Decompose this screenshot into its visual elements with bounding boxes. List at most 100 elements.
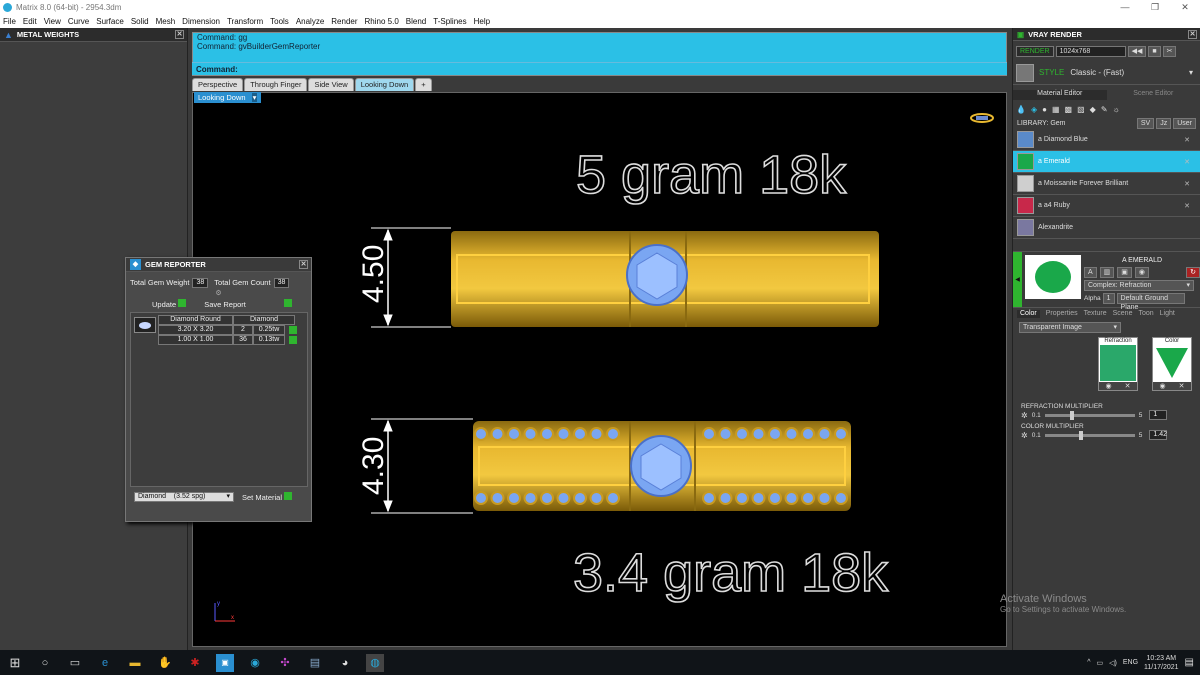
tab-color[interactable]: Color <box>1017 310 1040 318</box>
language-indicator[interactable]: ENG <box>1123 659 1138 666</box>
light-icon[interactable]: ☼ <box>1113 105 1120 114</box>
list-item[interactable]: a Moissanite Forever Brilliant ✕ <box>1013 173 1200 195</box>
material-type-select[interactable]: Complex: Refraction ▾ <box>1084 280 1194 291</box>
tab-toon[interactable]: Toon <box>1138 310 1153 318</box>
menu-transform[interactable]: Transform <box>227 17 263 26</box>
menu-edit[interactable]: Edit <box>23 17 37 26</box>
maximize-button[interactable]: ❐ <box>1140 2 1170 13</box>
material-select[interactable]: Diamond (3.52 spg) ▾ <box>134 491 234 502</box>
menu-tools[interactable]: Tools <box>270 17 289 26</box>
tab-side-view[interactable]: Side View <box>308 78 354 91</box>
close-icon[interactable]: ✕ <box>1184 136 1190 144</box>
list-item[interactable]: a Diamond Blue ✕ <box>1013 129 1200 151</box>
expand-handle[interactable]: ◀ <box>1013 252 1022 307</box>
set-material-button[interactable]: Set Material <box>242 491 293 502</box>
alpha-toggle[interactable]: 1 <box>1102 293 1115 304</box>
top-ring[interactable] <box>451 231 879 327</box>
tab-through-finger[interactable]: Through Finger <box>244 78 308 91</box>
ring-preview-icon[interactable] <box>970 113 994 123</box>
close-button[interactable]: ✕ <box>1170 2 1200 13</box>
menu-dimension[interactable]: Dimension <box>182 17 220 26</box>
task-view-icon[interactable]: ▭ <box>66 654 84 672</box>
ground-plane-select[interactable]: Default Ground Plane <box>1116 293 1185 311</box>
app-icon-7[interactable]: ◕ <box>336 654 354 672</box>
volume-icon[interactable]: ◁) <box>1109 659 1117 667</box>
refraction-slot[interactable]: Refraction ◉ ✕ <box>1098 337 1138 391</box>
menu-help[interactable]: Help <box>474 17 490 26</box>
close-icon[interactable]: ✕ <box>175 30 184 39</box>
gem-tool-icon[interactable]: ◈ <box>1031 105 1037 114</box>
menu-blend[interactable]: Blend <box>406 17 426 26</box>
close-icon[interactable]: ✕ <box>1188 29 1197 39</box>
tab-scene[interactable]: Scene <box>1113 310 1133 318</box>
minimize-button[interactable]: — <box>1110 2 1140 13</box>
app-icon-8[interactable]: ◍ <box>366 653 384 672</box>
sphere-icon[interactable]: ● <box>1042 105 1047 114</box>
file-explorer-icon[interactable]: ▬ <box>126 654 144 672</box>
network-icon[interactable]: ▭ <box>1097 659 1104 667</box>
render-button[interactable]: RENDER <box>1016 45 1054 57</box>
list-item[interactable]: a Emerald ✕ <box>1013 151 1200 173</box>
tab-texture[interactable]: Texture <box>1084 310 1107 318</box>
tab-material-editor[interactable]: Material Editor <box>1013 90 1107 100</box>
list-item[interactable]: a a4 Ruby ✕ <box>1013 195 1200 217</box>
scissors-icon[interactable]: ✂ <box>1162 45 1177 57</box>
row-2-go-button[interactable] <box>289 336 297 344</box>
library-jz-button[interactable]: Jz <box>1156 118 1172 129</box>
list-item[interactable]: Alexandrite <box>1013 217 1200 239</box>
settings-icon[interactable]: ⚙ <box>215 289 221 297</box>
edge-icon[interactable]: e <box>96 654 114 672</box>
update-button[interactable]: Update <box>152 298 187 309</box>
close-icon[interactable]: ✕ <box>299 260 308 269</box>
save-report-button[interactable]: Save Report <box>204 298 292 309</box>
command-input[interactable]: Command: <box>192 62 1007 75</box>
windows-start-icon[interactable]: ⊞ <box>6 654 24 672</box>
close-icon[interactable]: ✕ <box>1184 202 1190 210</box>
transparency-select[interactable]: Transparent Image ▾ <box>1019 322 1121 333</box>
pattern-icon[interactable]: ▧ <box>1077 105 1085 114</box>
tab-scene-editor[interactable]: Scene Editor <box>1107 90 1200 100</box>
color-slot[interactable]: Color ◉ ✕ <box>1152 337 1192 391</box>
reset-icon[interactable]: ✲ <box>1021 411 1028 420</box>
clock[interactable]: 10:23 AM 11/17/2021 <box>1144 654 1179 672</box>
search-icon[interactable]: ○ <box>36 654 54 672</box>
close-icon[interactable]: ✕ <box>1184 180 1190 188</box>
rewind-icon[interactable]: ◀◀ <box>1127 45 1147 57</box>
resolution-field[interactable]: 1024x768 <box>1055 45 1126 57</box>
reset-icon[interactable]: ✲ <box>1021 431 1028 440</box>
close-icon[interactable]: ✕ <box>1125 382 1131 390</box>
app-icon-3[interactable]: ▣ <box>216 653 234 672</box>
app-icon-4[interactable]: ◉ <box>246 654 264 672</box>
menu-mesh[interactable]: Mesh <box>156 17 176 26</box>
refraction-slider[interactable] <box>1044 410 1135 420</box>
library-sv-button[interactable]: SV <box>1136 118 1155 129</box>
menu-tsplines[interactable]: T-Splines <box>433 17 466 26</box>
brush-icon[interactable]: ✎ <box>1101 105 1108 114</box>
menu-curve[interactable]: Curve <box>68 17 89 26</box>
menu-view[interactable]: View <box>44 17 61 26</box>
texture-icon[interactable]: ▦ <box>1052 105 1060 114</box>
menu-solid[interactable]: Solid <box>131 17 149 26</box>
icon-b[interactable]: ▥ <box>1099 267 1115 278</box>
menu-analyze[interactable]: Analyze <box>296 17 324 26</box>
grid-icon[interactable]: ▩ <box>1065 105 1073 114</box>
icon-d[interactable]: ◉ <box>1134 267 1150 278</box>
viewport-title[interactable]: Looking Down ▾ <box>194 92 262 103</box>
tab-properties[interactable]: Properties <box>1046 310 1078 318</box>
library-user-button[interactable]: User <box>1173 118 1196 129</box>
stop-icon[interactable]: ■ <box>1148 45 1161 57</box>
app-icon-6[interactable]: ▤ <box>306 654 324 672</box>
close-icon[interactable]: ✕ <box>1179 382 1185 390</box>
viewport[interactable]: 5 gram 18k 4.50 4.30 3.4 gram 18k y x <box>192 92 1007 647</box>
refresh-icon[interactable]: ↻ <box>1186 267 1200 278</box>
close-icon[interactable]: ✕ <box>1184 158 1190 166</box>
app-icon-2[interactable]: ✱ <box>186 654 204 672</box>
menu-render[interactable]: Render <box>331 17 357 26</box>
chevron-up-icon[interactable]: ^ <box>1087 659 1090 666</box>
menu-file[interactable]: File <box>3 17 16 26</box>
notification-icon[interactable]: ▤ <box>1185 657 1194 668</box>
tab-add[interactable]: + <box>415 78 432 91</box>
tab-light[interactable]: Light <box>1160 310 1175 318</box>
app-icon-5[interactable]: ✣ <box>276 654 294 672</box>
refraction-value[interactable]: 1 <box>1149 410 1168 420</box>
